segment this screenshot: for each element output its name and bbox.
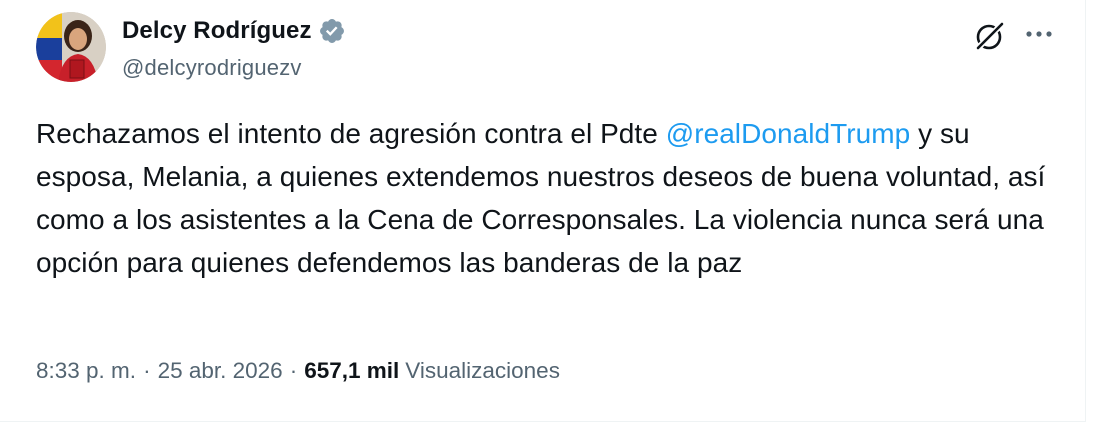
mention-link[interactable]: @realDonaldTrump	[666, 118, 911, 149]
display-name[interactable]: Delcy Rodríguez	[122, 17, 312, 45]
verified-badge-icon[interactable]	[318, 17, 346, 45]
author-name-row: Delcy Rodríguez	[122, 14, 346, 48]
views-label[interactable]: Visualizaciones	[405, 358, 560, 384]
grok-icon[interactable]	[972, 18, 1008, 54]
author-handle[interactable]: @delcyrodriguezv	[122, 55, 346, 81]
views-count[interactable]: 657,1 mil	[304, 358, 399, 384]
avatar-image	[36, 12, 106, 82]
tweet-meta: 8:33 p. m. · 25 abr. 2026 · 657,1 mil Vi…	[36, 358, 560, 384]
meta-separator: ·	[289, 358, 298, 383]
meta-separator: ·	[143, 358, 151, 383]
card-border	[1085, 0, 1086, 422]
tweet-time[interactable]: 8:33 p. m.	[36, 358, 136, 384]
more-options-icon[interactable]	[1024, 22, 1054, 46]
tweet-text: Rechazamos el intento de agresión contra…	[36, 112, 1066, 284]
tweet-card: Delcy Rodríguez @delcyrodriguezv Rechaza…	[0, 0, 1098, 422]
tweet-text-part: Rechazamos el intento de agresión contra…	[36, 118, 666, 149]
tweet-date[interactable]: 25 abr. 2026	[158, 358, 283, 384]
author-block: Delcy Rodríguez @delcyrodriguezv	[122, 14, 346, 81]
avatar[interactable]	[36, 12, 106, 82]
